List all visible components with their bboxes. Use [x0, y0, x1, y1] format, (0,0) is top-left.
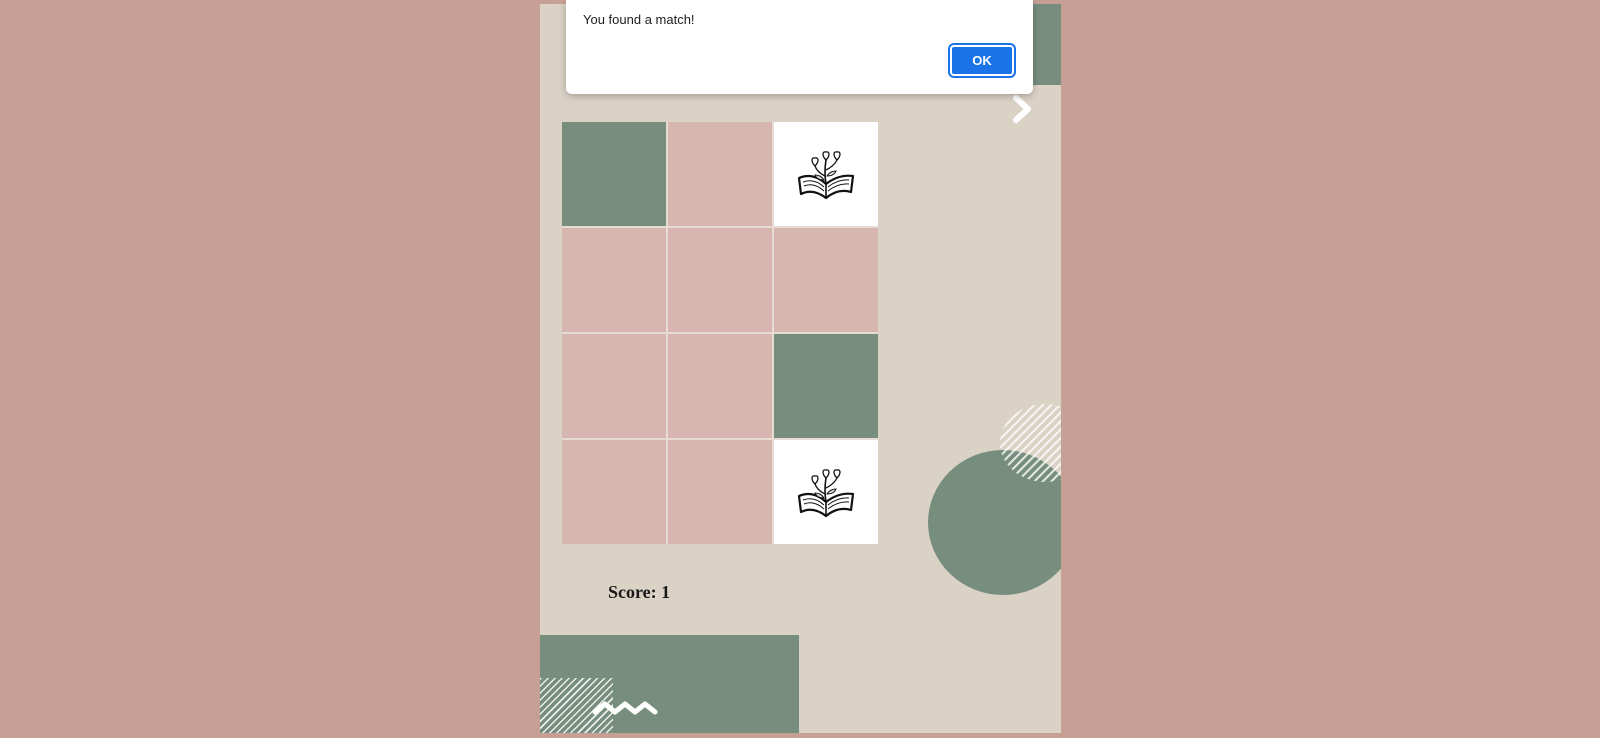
memory-card[interactable] [668, 334, 772, 438]
memory-card[interactable] [774, 334, 878, 438]
memory-card-grid [562, 122, 878, 544]
score-value: 1 [661, 582, 671, 602]
chevron-right-icon [1013, 95, 1031, 123]
book-flower-icon [793, 142, 859, 207]
decorative-green-block [1032, 4, 1061, 85]
memory-card[interactable] [774, 440, 878, 544]
memory-card[interactable] [774, 228, 878, 332]
score-display: Score: 1 [608, 582, 670, 603]
memory-card[interactable] [774, 122, 878, 226]
memory-card[interactable] [668, 440, 772, 544]
alert-message: You found a match! [583, 12, 695, 27]
score-label: Score: [608, 582, 662, 602]
alert-dialog: You found a match! OK [566, 0, 1033, 94]
memory-card[interactable] [668, 228, 772, 332]
game-panel: Score: 1 [540, 4, 1061, 733]
zigzag-icon [592, 701, 658, 715]
memory-card[interactable] [562, 334, 666, 438]
memory-card[interactable] [562, 440, 666, 544]
memory-card[interactable] [562, 228, 666, 332]
memory-card[interactable] [562, 122, 666, 226]
book-flower-icon [793, 460, 859, 525]
ok-button[interactable]: OK [950, 45, 1014, 76]
memory-card[interactable] [668, 122, 772, 226]
